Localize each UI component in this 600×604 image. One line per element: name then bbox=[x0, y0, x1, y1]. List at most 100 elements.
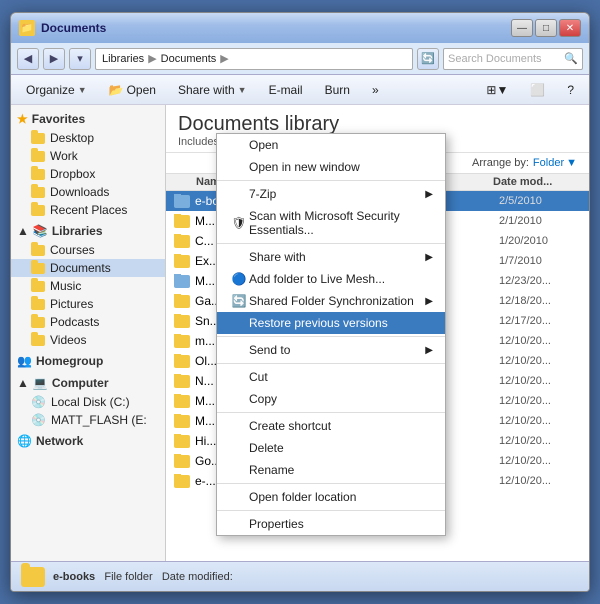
status-folder-icon bbox=[21, 567, 45, 587]
cm-7zip-arrow: ▶ bbox=[425, 189, 433, 200]
forward-button[interactable]: ▶ bbox=[43, 48, 65, 70]
explorer-window: 📁 Documents — □ ✕ ◀ ▶ ▾ Libraries ▶ Docu… bbox=[10, 12, 590, 592]
folder-icon-11 bbox=[174, 415, 190, 428]
cm-sep-7 bbox=[217, 510, 445, 511]
cm-sync-icon: 🔄 bbox=[229, 294, 249, 308]
sidebar-item-documents[interactable]: Documents bbox=[11, 259, 165, 277]
cm-sync-arrow: ▶ bbox=[425, 296, 433, 307]
computer-icon: 💻 bbox=[33, 376, 48, 390]
pictures-folder-icon bbox=[31, 299, 45, 310]
cm-create-shortcut[interactable]: Create shortcut bbox=[217, 415, 445, 437]
folder-icon-14 bbox=[174, 475, 190, 488]
star-icon: ★ bbox=[17, 112, 28, 126]
sidebar-item-videos[interactable]: Videos bbox=[11, 331, 165, 349]
cm-open-folder-location[interactable]: Open folder location bbox=[217, 486, 445, 508]
cm-live-mesh[interactable]: 🔵 Add folder to Live Mesh... bbox=[217, 268, 445, 290]
view-button[interactable]: ⊞▼ bbox=[479, 79, 515, 101]
cm-7zip[interactable]: 7-Zip ▶ bbox=[217, 183, 445, 205]
burn-button[interactable]: Burn bbox=[318, 79, 357, 101]
title-bar-buttons: — □ ✕ bbox=[511, 19, 581, 37]
search-box[interactable]: Search Documents 🔍 bbox=[443, 48, 583, 70]
minimize-button[interactable]: — bbox=[511, 19, 533, 37]
music-label: Music bbox=[50, 279, 81, 293]
window-icon: 📁 bbox=[19, 20, 35, 36]
file-date-ebooks: 2/5/2010 bbox=[499, 195, 589, 207]
window-title: Documents bbox=[41, 21, 106, 35]
toolbar: Organize ▼ 📂 Open Share with ▼ E-mail Bu… bbox=[11, 75, 589, 105]
sidebar-item-downloads[interactable]: Downloads bbox=[11, 183, 165, 201]
sidebar-item-localdisk[interactable]: 💿 Local Disk (C:) bbox=[11, 393, 165, 411]
cm-shared-sync[interactable]: 🔄 Shared Folder Synchronization ▶ bbox=[217, 290, 445, 312]
path-sep-2: ▶ bbox=[220, 52, 228, 65]
folder-icon-12 bbox=[174, 435, 190, 448]
cm-rename[interactable]: Rename bbox=[217, 459, 445, 481]
cm-restore[interactable]: Restore previous versions bbox=[217, 312, 445, 334]
downloads-label: Downloads bbox=[50, 185, 109, 199]
expand-icon: ▲ bbox=[17, 224, 29, 238]
cm-sep-6 bbox=[217, 483, 445, 484]
videos-label: Videos bbox=[50, 333, 86, 347]
status-name: e-books bbox=[53, 571, 95, 583]
sidebar-item-flash[interactable]: 💿 MATT_FLASH (E: bbox=[11, 411, 165, 429]
help-button[interactable]: ? bbox=[560, 79, 581, 101]
sidebar-item-pictures[interactable]: Pictures bbox=[11, 295, 165, 313]
favorites-header[interactable]: ★ Favorites bbox=[11, 109, 165, 129]
cm-mesh-icon: 🔵 bbox=[229, 272, 249, 286]
status-type: File folder bbox=[104, 571, 152, 583]
open-button[interactable]: 📂 Open bbox=[102, 79, 163, 101]
cm-open-new-window[interactable]: Open in new window bbox=[217, 156, 445, 178]
back-button[interactable]: ◀ bbox=[17, 48, 39, 70]
sidebar-item-recent[interactable]: Recent Places bbox=[11, 201, 165, 219]
cm-sep-3 bbox=[217, 336, 445, 337]
cm-send-to[interactable]: Send to ▶ bbox=[217, 339, 445, 361]
cm-copy[interactable]: Copy bbox=[217, 388, 445, 410]
sidebar-item-dropbox[interactable]: Dropbox bbox=[11, 165, 165, 183]
maximize-button[interactable]: □ bbox=[535, 19, 557, 37]
cm-delete[interactable]: Delete bbox=[217, 437, 445, 459]
recent-button[interactable]: ▾ bbox=[69, 48, 91, 70]
sidebar-item-music[interactable]: Music bbox=[11, 277, 165, 295]
arrange-chevron: ▼ bbox=[566, 157, 577, 169]
folder-icon-10 bbox=[174, 395, 190, 408]
flash-icon: 💿 bbox=[31, 413, 46, 427]
sidebar-item-courses[interactable]: Courses bbox=[11, 241, 165, 259]
cm-share-with[interactable]: Share with ▶ bbox=[217, 246, 445, 268]
folder-icon-2 bbox=[174, 235, 190, 248]
address-path[interactable]: Libraries ▶ Documents ▶ bbox=[95, 48, 413, 70]
path-libraries: Libraries bbox=[102, 53, 144, 65]
cm-sep-5 bbox=[217, 412, 445, 413]
sidebar-item-desktop[interactable]: Desktop bbox=[11, 129, 165, 147]
title-bar: 📁 Documents — □ ✕ bbox=[11, 13, 589, 43]
cm-cut[interactable]: Cut bbox=[217, 366, 445, 388]
computer-header[interactable]: ▲ 💻 Computer bbox=[11, 373, 165, 393]
work-folder-icon bbox=[31, 151, 45, 162]
share-button[interactable]: Share with ▼ bbox=[171, 79, 254, 101]
folder-icon-8 bbox=[174, 355, 190, 368]
organize-button[interactable]: Organize ▼ bbox=[19, 79, 94, 101]
more-button[interactable]: » bbox=[365, 79, 386, 101]
path-documents: Documents bbox=[161, 53, 217, 65]
network-header[interactable]: 🌐 Network bbox=[11, 431, 165, 451]
folder-icon-6 bbox=[174, 315, 190, 328]
status-date-label: Date modified: bbox=[162, 571, 233, 583]
col-date[interactable]: Date mod... bbox=[493, 176, 583, 188]
cm-open[interactable]: Open bbox=[217, 134, 445, 156]
music-folder-icon bbox=[31, 281, 45, 292]
arrange-by-dropdown[interactable]: Folder ▼ bbox=[533, 157, 577, 169]
folder-icon-7 bbox=[174, 335, 190, 348]
cm-properties[interactable]: Properties bbox=[217, 513, 445, 535]
homegroup-header[interactable]: 👥 Homegroup bbox=[11, 351, 165, 371]
search-placeholder: Search Documents bbox=[448, 53, 542, 65]
network-section: 🌐 Network bbox=[11, 431, 165, 451]
refresh-button[interactable]: 🔄 bbox=[417, 48, 439, 70]
favorites-label: Favorites bbox=[32, 112, 85, 126]
preview-button[interactable]: ⬜ bbox=[523, 79, 552, 101]
downloads-folder-icon bbox=[31, 187, 45, 198]
expand-computer-icon: ▲ bbox=[17, 376, 29, 390]
sidebar-item-podcasts[interactable]: Podcasts bbox=[11, 313, 165, 331]
close-button[interactable]: ✕ bbox=[559, 19, 581, 37]
sidebar-item-work[interactable]: Work bbox=[11, 147, 165, 165]
libraries-header[interactable]: ▲ 📚 Libraries bbox=[11, 221, 165, 241]
cm-scan[interactable]: 🛡 Scan with Microsoft Security Essential… bbox=[217, 205, 445, 241]
email-button[interactable]: E-mail bbox=[262, 79, 310, 101]
